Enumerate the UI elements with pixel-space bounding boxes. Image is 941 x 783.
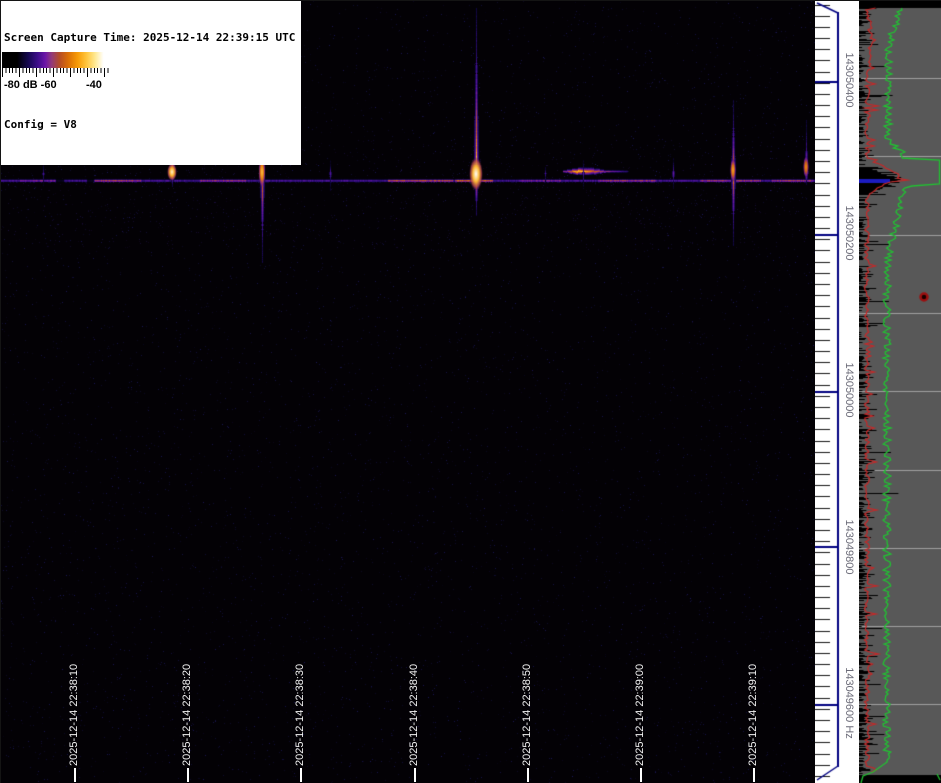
colorbar-labels: -80 dB -60 -40 bbox=[2, 78, 110, 93]
time-axis-tick bbox=[187, 768, 189, 782]
time-axis-tick bbox=[300, 768, 302, 782]
colorbar-gradient bbox=[2, 52, 110, 68]
frequency-axis-label: 143049800 bbox=[843, 519, 855, 574]
intensity-colorbar: -80 dB -60 -40 bbox=[2, 52, 110, 93]
frequency-axis-label: 143050000 bbox=[843, 362, 855, 417]
time-axis-label: 2025-12-14 22:38:30 bbox=[294, 664, 306, 766]
colorbar-tick-scale bbox=[2, 68, 110, 78]
time-axis-label: 2025-12-14 22:39:00 bbox=[634, 664, 646, 766]
time-axis-tick bbox=[414, 768, 416, 782]
time-axis-tick bbox=[74, 768, 76, 782]
time-axis-label: 2025-12-14 22:38:50 bbox=[521, 664, 533, 766]
time-axis-tick bbox=[527, 768, 529, 782]
time-axis-label: 2025-12-14 22:38:10 bbox=[68, 664, 80, 766]
window-border-left bbox=[0, 0, 1, 783]
frequency-axis-label: 143050200 bbox=[843, 205, 855, 260]
spectrogram-app: 143050400 143050200 143050000 143049800 1430… bbox=[0, 0, 941, 783]
config-text: Config = V8 bbox=[4, 118, 295, 133]
colorbar-label-min: -80 dB -60 bbox=[4, 79, 57, 91]
time-axis-label: 2025-12-14 22:39:10 bbox=[747, 664, 759, 766]
frequency-axis-label: 143049600 Hz bbox=[843, 667, 855, 739]
time-axis-label: 2025-12-14 22:38:40 bbox=[408, 664, 420, 766]
time-axis-label: 2025-12-14 22:38:20 bbox=[181, 664, 193, 766]
spectrum-graph-panel bbox=[859, 0, 941, 783]
time-axis-tick bbox=[753, 768, 755, 782]
frequency-axis-label: 143050400 bbox=[843, 52, 855, 107]
colorbar-label-max: -40 bbox=[86, 79, 102, 91]
time-axis-tick bbox=[640, 768, 642, 782]
capture-time-text: Screen Capture Time: 2025-12-14 22:39:15… bbox=[4, 31, 295, 46]
window-border-top bbox=[0, 0, 941, 1]
